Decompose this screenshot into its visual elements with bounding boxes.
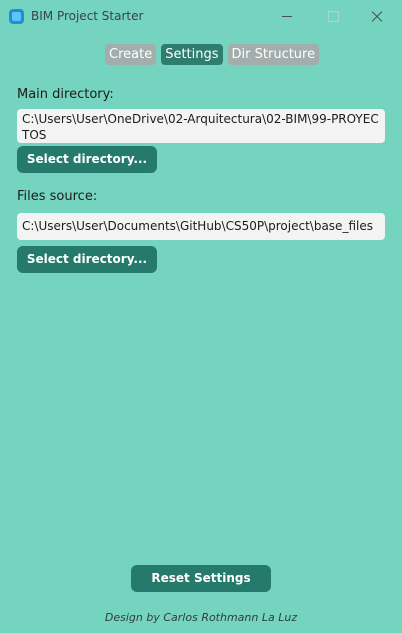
select-main-directory-button[interactable]: Select directory... [17, 146, 157, 173]
footer-credit: Design by Carlos Rothmann La Luz [104, 611, 298, 624]
close-icon[interactable] [366, 6, 388, 26]
files-source-field[interactable]: C:\Users\User\Documents\GitHub\CS50P\pro… [17, 213, 385, 240]
maximize-icon[interactable] [322, 6, 344, 26]
app-window: BIM Project Starter Create Settings Dir … [0, 0, 402, 633]
reset-settings-button[interactable]: Reset Settings [131, 565, 271, 592]
files-source-label: Files source: [17, 189, 98, 204]
app-icon [9, 9, 24, 24]
minimize-icon[interactable] [277, 6, 299, 26]
tab-bar: Create Settings Dir Structure [105, 44, 320, 65]
main-directory-field[interactable]: C:\Users\User\OneDrive\02-Arquitectura\0… [17, 109, 385, 143]
tab-create[interactable]: Create [105, 44, 157, 65]
tab-settings[interactable]: Settings [161, 44, 223, 65]
title-bar[interactable]: BIM Project Starter [0, 0, 402, 33]
select-files-source-button[interactable]: Select directory... [17, 246, 157, 273]
window-title: BIM Project Starter [31, 9, 144, 23]
tab-dir-structure[interactable]: Dir Structure [227, 44, 320, 65]
main-directory-label: Main directory: [17, 87, 114, 102]
